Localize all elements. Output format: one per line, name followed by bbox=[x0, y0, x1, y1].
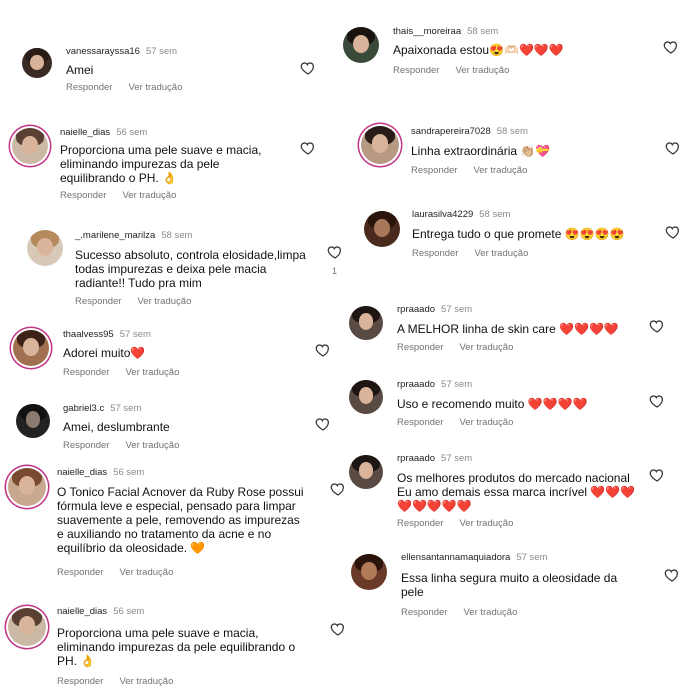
avatar[interactable] bbox=[364, 211, 400, 247]
comment-text: Uso e recomendo muito ❤️❤️❤️❤️ bbox=[397, 397, 588, 411]
comment-text: Proporciona uma pele suave e macia, elim… bbox=[57, 626, 296, 668]
timestamp: 57 sem bbox=[119, 329, 151, 340]
username[interactable]: naielle_dias bbox=[57, 467, 107, 478]
heart-icon[interactable] bbox=[649, 318, 665, 334]
username[interactable]: thaalvess95 bbox=[63, 329, 114, 340]
reply-button[interactable]: Responder bbox=[75, 296, 121, 307]
avatar[interactable] bbox=[16, 404, 50, 438]
timestamp: 57 sem bbox=[516, 552, 548, 563]
avatar[interactable] bbox=[349, 380, 383, 414]
avatar[interactable] bbox=[349, 306, 383, 340]
translate-link[interactable]: Ver tradução bbox=[119, 567, 173, 578]
heart-icon[interactable] bbox=[300, 140, 316, 156]
like-count: 1 bbox=[332, 266, 338, 276]
timestamp: 57 sem bbox=[441, 379, 473, 390]
heart-icon[interactable] bbox=[330, 481, 346, 497]
heart-icon[interactable] bbox=[665, 224, 681, 240]
timestamp: 57 sem bbox=[110, 403, 142, 414]
translate-link[interactable]: Ver tradução bbox=[459, 518, 513, 529]
username[interactable]: laurasilva4229 bbox=[412, 209, 473, 220]
heart-icon[interactable] bbox=[300, 60, 316, 76]
translate-link[interactable]: Ver tradução bbox=[459, 342, 513, 353]
reply-button[interactable]: Responder bbox=[397, 417, 443, 428]
reply-button[interactable]: Responder bbox=[60, 190, 106, 201]
avatar[interactable] bbox=[12, 128, 48, 164]
translate-link[interactable]: Ver tradução bbox=[455, 65, 509, 76]
translate-link[interactable]: Ver tradução bbox=[474, 248, 528, 259]
avatar[interactable] bbox=[13, 330, 49, 366]
translate-link[interactable]: Ver tradução bbox=[473, 165, 527, 176]
avatar[interactable] bbox=[8, 608, 46, 646]
reply-button[interactable]: Responder bbox=[393, 65, 439, 76]
comment-text: A MELHOR linha de skin care ❤️❤️❤️❤️ bbox=[397, 322, 619, 336]
avatar[interactable] bbox=[361, 126, 399, 164]
translate-link[interactable]: Ver tradução bbox=[125, 440, 179, 451]
avatar[interactable] bbox=[27, 230, 63, 266]
avatar[interactable] bbox=[349, 455, 383, 489]
translate-link[interactable]: Ver tradução bbox=[463, 607, 517, 618]
username[interactable]: vanessarayssa16 bbox=[66, 46, 140, 57]
reply-button[interactable]: Responder bbox=[397, 518, 443, 529]
comment-text: Apaixonada estou😍🫶🏻❤️❤️❤️ bbox=[393, 43, 564, 57]
translate-link[interactable]: Ver tradução bbox=[128, 82, 182, 93]
timestamp: 57 sem bbox=[441, 453, 473, 464]
timestamp: 56 sem bbox=[116, 127, 148, 138]
timestamp: 58 sem bbox=[161, 230, 193, 241]
avatar[interactable] bbox=[8, 468, 46, 506]
translate-link[interactable]: Ver tradução bbox=[459, 417, 513, 428]
username[interactable]: rpraaado bbox=[397, 304, 435, 315]
reply-button[interactable]: Responder bbox=[57, 567, 103, 578]
comment-text: Os melhores produtos do mercado nacional… bbox=[397, 471, 636, 513]
username[interactable]: rpraaado bbox=[397, 379, 435, 390]
heart-icon[interactable] bbox=[649, 467, 665, 483]
comment-text: Adorei muito❤️ bbox=[63, 346, 146, 360]
heart-icon[interactable] bbox=[665, 140, 681, 156]
avatar[interactable] bbox=[343, 27, 379, 63]
comment-text: Amei bbox=[66, 63, 94, 77]
comment-text: Linha extraordinária 👏🏼💝 bbox=[411, 144, 551, 158]
translate-link[interactable]: Ver tradução bbox=[119, 676, 173, 687]
comment-text: Amei, deslumbrante bbox=[63, 420, 170, 434]
username[interactable]: ellensantannamaquiadora bbox=[401, 552, 510, 563]
translate-link[interactable]: Ver tradução bbox=[137, 296, 191, 307]
heart-icon[interactable] bbox=[664, 567, 680, 583]
avatar[interactable] bbox=[22, 48, 52, 78]
translate-link[interactable]: Ver tradução bbox=[122, 190, 176, 201]
username[interactable]: rpraaado bbox=[397, 453, 435, 464]
reply-button[interactable]: Responder bbox=[57, 676, 103, 687]
heart-icon[interactable] bbox=[330, 621, 346, 637]
heart-icon[interactable] bbox=[649, 393, 665, 409]
heart-icon[interactable] bbox=[663, 39, 679, 55]
reply-button[interactable]: Responder bbox=[397, 342, 443, 353]
timestamp: 56 sem bbox=[113, 467, 145, 478]
timestamp: 57 sem bbox=[145, 46, 178, 57]
timestamp: 58 sem bbox=[467, 26, 499, 37]
timestamp: 57 sem bbox=[441, 304, 473, 315]
avatar[interactable] bbox=[351, 554, 387, 590]
heart-icon[interactable] bbox=[315, 416, 331, 432]
username[interactable]: naielle_dias bbox=[60, 127, 110, 138]
username[interactable]: sandrapereira7028 bbox=[411, 126, 491, 137]
heart-icon[interactable] bbox=[327, 244, 343, 260]
username[interactable]: naielle_dias bbox=[57, 606, 107, 617]
comment-text: Proporciona uma pele suave e macia, elim… bbox=[60, 143, 262, 185]
reply-button[interactable]: Responder bbox=[412, 248, 458, 259]
username[interactable]: thais__moreiraa bbox=[393, 26, 461, 37]
reply-button[interactable]: Responder bbox=[66, 82, 112, 93]
comment-text: Sucesso absoluto, controla elosidade,lim… bbox=[75, 248, 306, 290]
comment-text: O Tonico Facial Acnover da Ruby Rose pos… bbox=[57, 485, 304, 555]
username[interactable]: _.marilene_marilza bbox=[75, 230, 155, 241]
reply-button[interactable]: Responder bbox=[401, 607, 447, 618]
username[interactable]: gabriel3.c bbox=[63, 403, 104, 414]
timestamp: 58 sem bbox=[479, 209, 511, 220]
reply-button[interactable]: Responder bbox=[63, 440, 109, 451]
heart-icon[interactable] bbox=[315, 342, 331, 358]
comment-text: Essa linha segura muito a oleosidade da … bbox=[401, 571, 618, 599]
comment-text: Entrega tudo o que promete 😍😍😍😍 bbox=[412, 227, 625, 241]
timestamp: 56 sem bbox=[113, 606, 145, 617]
translate-link[interactable]: Ver tradução bbox=[125, 367, 179, 378]
timestamp: 58 sem bbox=[496, 126, 528, 137]
reply-button[interactable]: Responder bbox=[63, 367, 109, 378]
reply-button[interactable]: Responder bbox=[411, 165, 457, 176]
